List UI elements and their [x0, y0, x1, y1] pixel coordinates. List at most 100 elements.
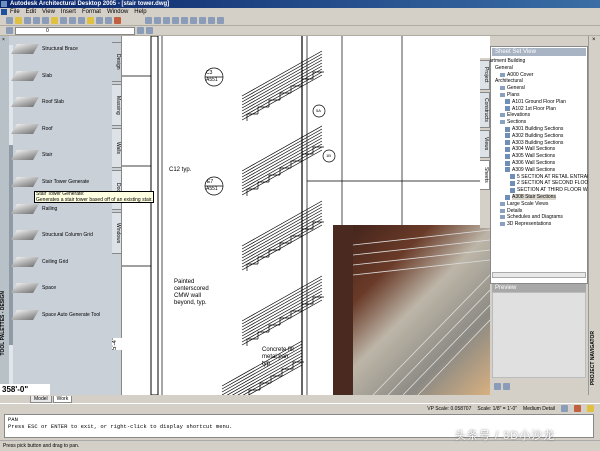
tab-constructs[interactable]: Constructs	[480, 92, 490, 128]
tab-massing[interactable]: Massing	[112, 84, 122, 126]
tab-walls[interactable]: Walls	[112, 128, 122, 168]
tree-item[interactable]: 2 SECTION AT SECOND FLOOR	[510, 180, 592, 186]
tree-item[interactable]: A309 Wall Sections	[505, 167, 555, 173]
layer-dropdown[interactable]: 0	[15, 26, 135, 35]
tool-item[interactable]: Roof Slab	[11, 97, 64, 108]
open-icon[interactable]	[15, 17, 22, 24]
menu-view[interactable]: View	[42, 8, 55, 16]
detail-dropdown[interactable]: Medium Detail	[523, 406, 555, 412]
copy-icon[interactable]	[69, 17, 76, 24]
scroll-thumb[interactable]	[9, 145, 13, 345]
tree-item[interactable]: General	[500, 85, 525, 91]
tool-palette-icon[interactable]	[154, 17, 161, 24]
layer-previous-icon[interactable]	[146, 27, 153, 34]
preview-icon[interactable]	[42, 17, 49, 24]
cut-plane-icon[interactable]	[574, 405, 581, 412]
paste-icon[interactable]	[78, 17, 85, 24]
print-icon[interactable]	[33, 17, 40, 24]
tree-item[interactable]: Sections	[500, 119, 526, 125]
palette-title-strip[interactable]: TOOL PALETTES - DESIGN ×	[0, 36, 9, 395]
menu-file[interactable]: File	[10, 8, 20, 16]
tree-item-label: A101 Ground Floor Plan	[512, 98, 566, 105]
tab-doors[interactable]: Doors	[112, 170, 122, 210]
tab-work[interactable]: Work	[52, 396, 73, 403]
tree-item[interactable]: A102 1st Floor Plan	[505, 106, 556, 112]
vp-scale[interactable]: VP Scale: 0.058707	[427, 406, 471, 412]
tree-item[interactable]: 3D Representations	[500, 221, 551, 227]
light-icon[interactable]	[587, 405, 594, 412]
tree-item[interactable]: A000 Cover	[500, 72, 533, 78]
new-icon[interactable]	[6, 17, 13, 24]
stair-step	[246, 263, 258, 271]
tree-item[interactable]: A306 Wall Sections	[505, 160, 555, 166]
tree-item[interactable]: A304 Wall Sections	[505, 146, 555, 152]
publish-icon[interactable]	[51, 17, 58, 24]
menu-edit[interactable]: Edit	[26, 8, 36, 16]
tool-item[interactable]: Stair Tower Generate	[11, 177, 89, 187]
tree-item[interactable]: Schedules and Diagrams	[500, 214, 563, 220]
rendered-stair-viewport[interactable]	[333, 225, 491, 396]
close-icon[interactable]: ×	[2, 37, 5, 43]
tab-views[interactable]: Views	[480, 130, 490, 158]
close-icon[interactable]: ×	[592, 37, 596, 43]
tree-item[interactable]: Elevations	[500, 112, 530, 118]
tab-windows[interactable]: Windows	[112, 212, 122, 254]
tool-item[interactable]: Space	[11, 283, 56, 294]
tool-item[interactable]: Railing	[11, 203, 57, 214]
markup-icon[interactable]	[172, 17, 179, 24]
layer-key-icon[interactable]	[561, 405, 568, 412]
design-center-icon[interactable]	[114, 17, 121, 24]
tree-item[interactable]: SECTION AT THIRD FLOOR W	[510, 187, 588, 193]
tool-item[interactable]: Roof	[11, 123, 53, 134]
pan-icon[interactable]	[190, 17, 197, 24]
tool-item[interactable]: Structural Column Grid	[11, 230, 93, 241]
menu-help[interactable]: Help	[134, 8, 146, 16]
tool-item[interactable]: Structural Brace	[11, 44, 78, 54]
zoom-window-icon[interactable]	[208, 17, 215, 24]
save-icon[interactable]	[24, 17, 31, 24]
menu-insert[interactable]: Insert	[61, 8, 76, 16]
callout-1b: 1B	[326, 153, 331, 158]
sheet-set-icon[interactable]	[163, 17, 170, 24]
cut-icon[interactable]	[60, 17, 67, 24]
calculator-icon[interactable]	[181, 17, 188, 24]
menu-format[interactable]: Format	[82, 8, 101, 16]
make-current-icon[interactable]	[137, 27, 144, 34]
project-navigator-strip[interactable]: × PROJECT NAVIGATOR	[588, 36, 600, 395]
properties-icon[interactable]	[145, 17, 152, 24]
document-icon[interactable]	[1, 9, 7, 15]
tool-item[interactable]: Slab	[11, 70, 52, 81]
tree-item[interactable]: Plans	[500, 92, 520, 98]
layer-manager-icon[interactable]	[6, 27, 13, 34]
tree-item[interactable]: A301 Building Sections	[505, 126, 563, 132]
palette-scrollbar[interactable]	[9, 45, 13, 390]
tree-item[interactable]: A305 Wall Sections	[505, 153, 555, 159]
tool-item[interactable]: Ceiling Grid	[11, 256, 68, 267]
tree-item[interactable]: 5 SECTION AT RETAIL ENTRAM	[510, 174, 591, 180]
undo-icon[interactable]	[96, 17, 103, 24]
zoom-realtime-icon[interactable]	[199, 17, 206, 24]
tree-item[interactable]: A308 Stair Sections	[505, 194, 556, 200]
tree-item[interactable]: A303 Building Sections	[505, 140, 563, 146]
tree-item[interactable]: Details	[500, 208, 522, 214]
match-icon[interactable]	[87, 17, 94, 24]
repath-icon[interactable]	[494, 383, 501, 390]
menu-window[interactable]: Window	[107, 8, 128, 16]
tool-item[interactable]: Stair	[11, 150, 52, 161]
tab-design[interactable]: Design	[112, 42, 122, 82]
horizontal-scrollbar[interactable]	[492, 272, 586, 278]
refresh-icon[interactable]	[503, 383, 510, 390]
tree-item[interactable]: General	[495, 65, 513, 71]
tab-project[interactable]: Project	[480, 60, 490, 90]
redo-icon[interactable]	[105, 17, 112, 24]
tree-item[interactable]: A302 Building Sections	[505, 133, 563, 139]
tab-model[interactable]: Model	[30, 396, 52, 403]
tree-item[interactable]: Large Scale Views	[500, 201, 548, 207]
tab-sheets[interactable]: Sheets	[480, 160, 490, 190]
tool-item[interactable]: Space Auto Generate Tool	[11, 310, 100, 320]
tree-item[interactable]: Architectural	[495, 78, 523, 84]
layer-value: 0	[46, 27, 49, 34]
zoom-previous-icon[interactable]	[217, 17, 224, 24]
tree-item[interactable]: A101 Ground Floor Plan	[505, 99, 566, 105]
scale-dropdown[interactable]: Scale: 1/8" = 1'-0"	[477, 406, 517, 412]
